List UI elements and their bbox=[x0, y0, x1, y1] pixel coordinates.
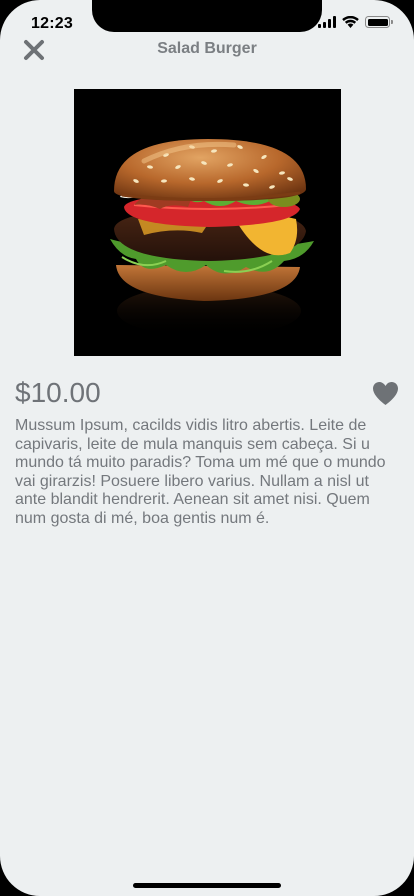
home-indicator[interactable] bbox=[133, 883, 281, 888]
heart-icon bbox=[373, 382, 398, 405]
burger-photo bbox=[74, 89, 341, 356]
product-image bbox=[74, 89, 341, 356]
app-screen: 12:23 Salad Burger $10.00 Mussum Ipsum, … bbox=[0, 0, 414, 896]
price-label: $10.00 bbox=[15, 377, 101, 408]
wifi-icon bbox=[342, 16, 359, 28]
page-title: Salad Burger bbox=[157, 40, 257, 57]
favorite-button[interactable] bbox=[372, 381, 399, 406]
status-time: 12:23 bbox=[31, 15, 73, 32]
cellular-signal-icon bbox=[318, 16, 336, 28]
battery-icon bbox=[365, 16, 393, 28]
product-description: Mussum Ipsum, cacilds vidis litro aberti… bbox=[15, 417, 386, 527]
device-notch bbox=[92, 0, 322, 32]
status-icons bbox=[318, 16, 393, 28]
